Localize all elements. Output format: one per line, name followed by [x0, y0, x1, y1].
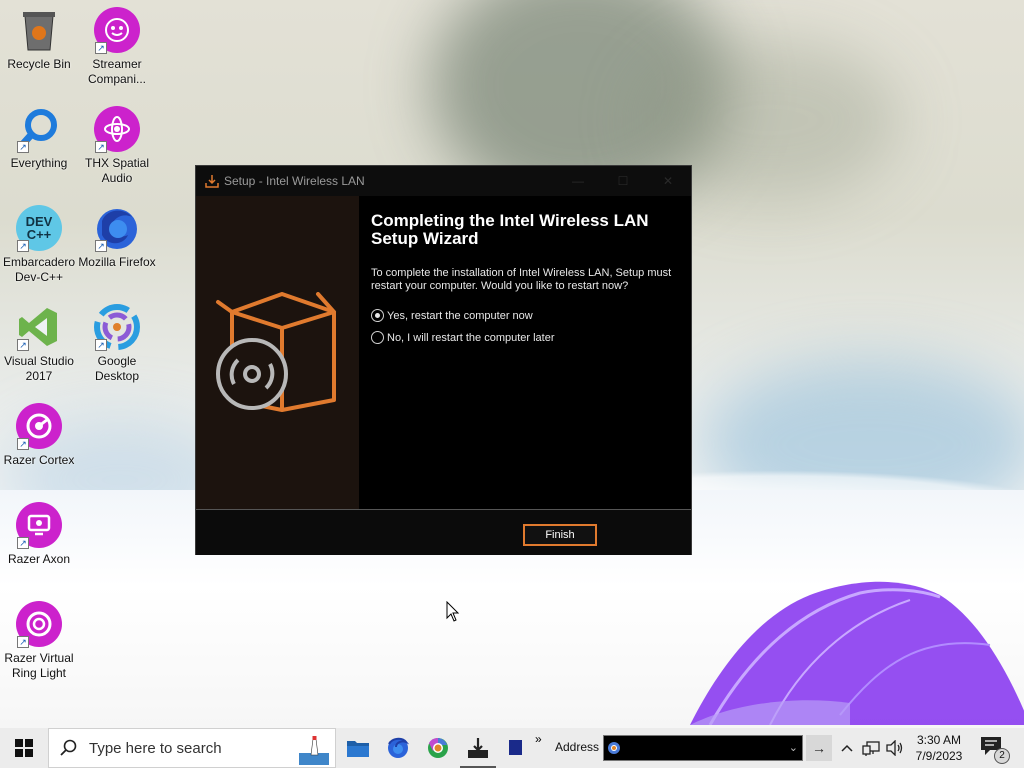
taskbar-chrome[interactable] — [418, 728, 458, 768]
start-button[interactable] — [0, 728, 48, 768]
restart-now-label: Yes, restart the computer now — [387, 309, 533, 322]
razer-ring-light-icon: ↗ — [15, 600, 63, 648]
wizard-heading: Completing the Intel Wireless LAN Setup … — [371, 211, 649, 248]
firefox-icon — [388, 737, 410, 758]
shortcut-arrow-icon: ↗ — [17, 141, 29, 153]
close-button[interactable]: ✕ — [653, 170, 683, 192]
arrow-right-icon: → — [812, 740, 826, 756]
action-center-button[interactable]: 2 — [980, 736, 1010, 764]
box-disc-illustration-icon — [216, 292, 336, 412]
setup-installer-icon — [468, 738, 488, 758]
address-toolbar-label: Address — [555, 740, 600, 754]
shortcut-arrow-icon: ↗ — [17, 636, 29, 648]
desktop-icon-thx-spatial-audio[interactable]: ↗ THX Spatial Audio — [78, 105, 156, 186]
wizard-side-banner — [196, 196, 359, 509]
maximize-button[interactable]: ☐ — [608, 170, 638, 192]
app-icon — [509, 740, 522, 755]
volume-tray-button[interactable] — [884, 728, 906, 768]
taskbar: Type here to search » Address ⌄ → 3:30 A… — [0, 728, 1024, 768]
desktop-icon-razer-virtual-ring-light[interactable]: ↗ Razer Virtual Ring Light — [0, 600, 78, 681]
minimize-button[interactable]: — — [563, 170, 593, 192]
desktop-icon-everything[interactable]: ↗ Everything — [0, 105, 78, 171]
chrome-icon — [608, 742, 620, 754]
taskbar-file-explorer[interactable] — [338, 728, 378, 768]
firefox-icon: ↗ — [93, 204, 141, 252]
network-icon — [862, 741, 880, 756]
google-desktop-icon: ↗ — [93, 303, 141, 351]
mouse-pointer-icon — [446, 601, 460, 622]
shortcut-arrow-icon: ↗ — [95, 339, 107, 351]
thx-spatial-audio-icon: ↗ — [93, 105, 141, 153]
shortcut-arrow-icon: ↗ — [17, 339, 29, 351]
wizard-content: Completing the Intel Wireless LAN Setup … — [359, 196, 692, 509]
desktop-icon-razer-axon[interactable]: ↗ Razer Axon — [0, 501, 78, 567]
chevron-up-icon — [841, 744, 853, 752]
shortcut-arrow-icon: ↗ — [95, 141, 107, 153]
recycle-bin-icon — [15, 6, 63, 54]
desktop-icon-recycle-bin[interactable]: Recycle Bin — [0, 6, 78, 72]
desktop-icon-firefox[interactable]: ↗ Mozilla Firefox — [78, 204, 156, 270]
window-title: Setup - Intel Wireless LAN — [224, 174, 365, 188]
restart-later-option[interactable]: No, I will restart the computer later — [371, 331, 555, 344]
clock-date: 7/9/2023 — [915, 749, 963, 763]
network-tray-button[interactable] — [860, 728, 882, 768]
speaker-icon — [886, 740, 903, 756]
shortcut-arrow-icon: ↗ — [95, 240, 107, 252]
desktop-icon-visual-studio[interactable]: ↗ Visual Studio 2017 — [0, 303, 78, 384]
address-input[interactable]: ⌄ — [603, 735, 803, 761]
taskbar-setup-installer[interactable] — [458, 728, 498, 768]
razer-cortex-icon: ↗ — [15, 402, 63, 450]
tent-image — [690, 581, 1024, 725]
restart-later-label: No, I will restart the computer later — [387, 331, 555, 344]
show-hidden-icons-button[interactable] — [838, 728, 856, 768]
shortcut-arrow-icon: ↗ — [17, 438, 29, 450]
installer-icon — [205, 175, 219, 188]
search-highlight-lighthouse-icon — [299, 736, 329, 765]
desktop-icon-dev-cpp[interactable]: DEV C++ ↗ Embarcadero Dev-C++ — [0, 204, 78, 285]
clock-time: 3:30 AM — [916, 733, 962, 747]
taskbar-clock[interactable]: 3:30 AM 7/9/2023 — [910, 732, 968, 764]
address-go-button[interactable]: → — [806, 735, 832, 761]
file-explorer-icon — [347, 741, 369, 757]
taskbar-search-box[interactable]: Type here to search — [48, 728, 336, 768]
window-title-bar[interactable]: Setup - Intel Wireless LAN — ☐ ✕ — [196, 166, 691, 196]
shortcut-arrow-icon: ↗ — [17, 240, 29, 252]
desktop-icon-google-desktop[interactable]: ↗ Google Desktop — [78, 303, 156, 384]
wizard-footer: Finish — [196, 510, 691, 555]
search-icon — [49, 728, 89, 768]
desktop-icon-razer-cortex[interactable]: ↗ Razer Cortex — [0, 402, 78, 468]
streamer-companion-icon: ↗ — [93, 6, 141, 54]
shortcut-arrow-icon: ↗ — [17, 537, 29, 549]
chrome-icon — [428, 737, 448, 758]
wizard-description: To complete the installation of Intel Wi… — [371, 267, 672, 292]
toolbar-overflow-chevron[interactable]: » — [535, 732, 542, 746]
everything-search-icon: ↗ — [15, 105, 63, 153]
notification-count-badge: 2 — [994, 748, 1010, 764]
shortcut-arrow-icon: ↗ — [95, 42, 107, 54]
dev-cpp-icon: DEV C++ ↗ — [15, 204, 63, 252]
taskbar-app[interactable] — [496, 728, 536, 768]
visual-studio-icon: ↗ — [15, 303, 63, 351]
search-placeholder: Type here to search — [89, 739, 222, 757]
windows-logo-icon — [15, 739, 33, 757]
chevron-down-icon[interactable]: ⌄ — [789, 741, 798, 754]
taskbar-firefox[interactable] — [378, 728, 418, 768]
radio-selected-icon[interactable] — [371, 309, 384, 322]
desktop-icon-streamer-companion[interactable]: ↗ Streamer Compani... — [78, 6, 156, 87]
setup-window: Setup - Intel Wireless LAN — ☐ ✕ Complet… — [195, 165, 692, 555]
finish-button[interactable]: Finish — [523, 524, 597, 546]
restart-now-option[interactable]: Yes, restart the computer now — [371, 309, 533, 322]
razer-axon-icon: ↗ — [15, 501, 63, 549]
radio-unselected-icon[interactable] — [371, 331, 384, 344]
